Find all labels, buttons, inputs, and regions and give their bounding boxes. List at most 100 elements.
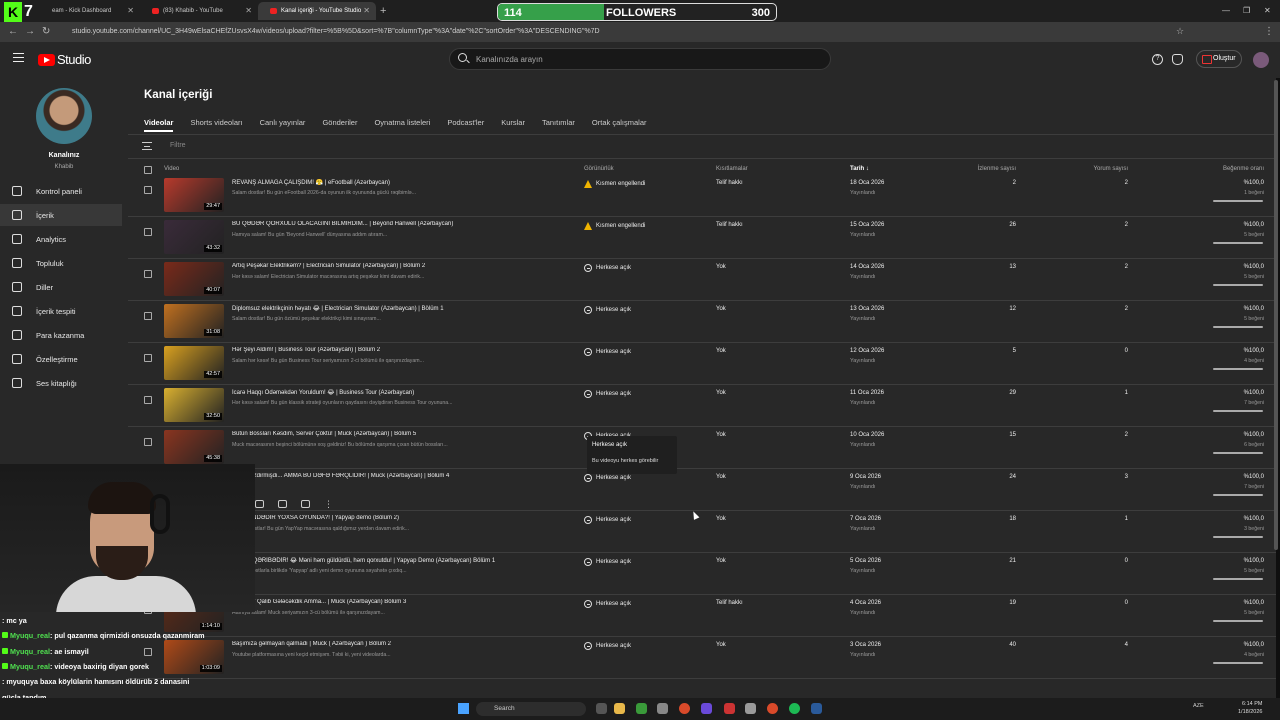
sidebar-item-5[interactable]: İçerik tespiti [0,300,122,322]
restrictions-cell[interactable]: Yok [716,306,726,312]
comments-cell[interactable]: 2 [1088,180,1128,186]
app-icon[interactable] [745,703,756,714]
video-thumbnail[interactable]: 32:50 [164,388,224,422]
language-indicator[interactable]: AZE [1193,703,1204,709]
video-title[interactable]: N ÇOX QƏRİBƏDİR! 😂 Məni həm güldürdü, hə… [232,557,572,564]
video-thumbnail[interactable]: 31:08 [164,304,224,338]
table-row[interactable]: N ÇOX QƏRİBƏDİR! 😂 Məni həm güldürdü, hə… [128,554,1276,596]
taskbar-search[interactable]: Search [476,702,586,716]
table-row[interactable]: 42:57 Hər Şeyi Aldım! | Business Tour (Az… [128,344,1276,386]
chrome-icon[interactable] [679,703,690,714]
create-button[interactable]: Oluştur [1196,50,1242,68]
bookmark-star-icon[interactable]: ☆ [1176,26,1184,37]
row-checkbox[interactable] [144,396,152,404]
comments-icon[interactable] [278,500,287,508]
more-options-icon[interactable]: ⋮ [324,500,333,509]
analytics-icon[interactable] [255,500,264,508]
tab-3[interactable]: Gönderiler [322,118,357,132]
video-title[interactable]: Bütün Bossları Kəsdim, Server Çöktü! | M… [232,431,572,437]
restrictions-cell[interactable]: Telif hakkı [716,600,743,606]
video-thumbnail[interactable]: 40:07 [164,262,224,296]
new-tab-icon[interactable]: + [380,5,386,17]
tab-youtube-khabib[interactable]: (83) Khabib - YouTube ✕ [140,2,258,20]
close-tab-icon[interactable]: ✕ [245,6,252,15]
search-input[interactable] [476,52,776,67]
forward-icon[interactable]: → [25,26,35,37]
video-title[interactable]: ulani Bezdirmişdi... AMMA BU DƏFƏ FƏRQLİ… [232,473,572,479]
channel-search-box[interactable] [449,48,831,70]
reload-icon[interactable]: ↻ [42,26,50,37]
select-all-checkbox[interactable] [144,166,152,174]
sidebar-item-3[interactable]: Topluluk [0,252,122,274]
video-thumbnail[interactable]: 42:57 [164,346,224,380]
comments-cell[interactable]: 1 [1088,390,1128,396]
video-title[interactable]: REVANŞ ALMAĞA ÇALIŞDIM! 😤 | eFootball (A… [232,179,572,186]
visibility-cell[interactable]: Herkese açık [584,390,631,398]
row-checkbox[interactable] [144,312,152,320]
filter-icon[interactable] [142,142,152,150]
notifications-bell-icon[interactable] [1172,54,1183,65]
video-title[interactable]: Artıq Peşəkar Elektrikəm? | Electrician … [232,263,572,269]
restrictions-cell[interactable]: Telif hakkı [716,180,743,186]
close-tab-icon[interactable]: ✕ [127,6,134,15]
table-row[interactable]: 40:07 Artıq Peşəkar Elektrikəm? | Electri… [128,260,1276,302]
comments-cell[interactable]: 2 [1088,306,1128,312]
visibility-cell[interactable]: Herkese açık [584,474,631,482]
system-clock[interactable]: 6:14 PM 1/18/2026 [1238,700,1262,716]
sidebar-item-4[interactable]: Diller [0,276,122,298]
row-checkbox[interactable] [144,186,152,194]
file-explorer-icon[interactable] [614,703,625,714]
row-checkbox[interactable] [144,354,152,362]
tab-0[interactable]: Videolar [144,118,174,132]
visibility-cell[interactable]: Kısmen engellendi [584,222,645,230]
url-field[interactable]: studio.youtube.com/channel/UC_3H49wElsaC… [72,25,1172,39]
tab-1[interactable]: Shorts videoları [190,118,242,132]
video-thumbnail[interactable]: 43:32 [164,220,224,254]
help-icon[interactable]: ? [1152,54,1163,65]
row-checkbox[interactable] [144,438,152,446]
spotify-icon[interactable] [789,703,800,714]
restrictions-cell[interactable]: Yok [716,264,726,270]
maximize-icon[interactable]: ❐ [1243,6,1250,15]
restrictions-cell[interactable]: Yok [716,348,726,354]
app-icon[interactable] [657,703,668,714]
comments-cell[interactable]: 3 [1088,474,1128,480]
tab-youtube-studio[interactable]: Kanal içeriği - YouTube Studio ✕ [258,2,376,20]
table-row[interactable]: 29:47 REVANŞ ALMAĞA ÇALIŞDIM! 😤 | eFootba… [128,176,1276,218]
sidebar-item-7[interactable]: Özelleştirme [0,348,122,370]
app-icon[interactable] [701,703,712,714]
browser-menu-icon[interactable]: ⋮ [1264,26,1274,37]
comments-cell[interactable]: 4 [1088,642,1128,648]
video-title[interactable]: Diplomsuz elektrikçinin həyatı 😂 | Elect… [232,305,572,312]
youtube-view-icon[interactable] [301,500,310,508]
windows-start-icon[interactable] [458,703,469,714]
chrome-icon[interactable] [767,703,778,714]
row-checkbox[interactable] [144,270,152,278]
comments-cell[interactable]: 1 [1088,516,1128,522]
restrictions-cell[interactable]: Telif hakkı [716,222,743,228]
comments-cell[interactable]: 2 [1088,264,1128,270]
column-header-date[interactable]: Tarih ↓ [850,166,869,172]
tab-6[interactable]: Kurslar [501,118,525,132]
sidebar-item-0[interactable]: Kontrol paneli [0,180,122,202]
filter-input[interactable]: Filtre [170,142,186,149]
app-icon[interactable] [636,703,647,714]
sidebar-item-6[interactable]: Para kazanma [0,324,122,346]
video-title[interactable]: İcarə Haqqı Ödəməkdən Yoruldum! 😂 | Busi… [232,389,572,396]
tab-5[interactable]: Podcast'ler [447,118,484,132]
sidebar-item-8[interactable]: Ses kitaplığı [0,372,122,394]
table-row[interactable]: 32:50 İcarə Haqqı Ödəməkdən Yoruldum! 😂 |… [128,386,1276,428]
video-thumbnail[interactable]: 45:38 [164,430,224,464]
visibility-cell[interactable]: Herkese açık [584,264,631,272]
restrictions-cell[interactable]: Yok [716,474,726,480]
visibility-cell[interactable]: Herkese açık [584,600,631,608]
channel-avatar[interactable] [36,88,92,144]
back-icon[interactable]: ← [8,26,18,37]
account-avatar[interactable] [1253,52,1269,68]
studio-logo[interactable]: Studio [38,52,91,67]
video-thumbnail[interactable]: 1:03:09 [164,640,224,674]
restrictions-cell[interactable]: Yok [716,642,726,648]
table-row[interactable]: 45:38 Bütün Bossları Kəsdim, Server Çöktü… [128,428,1276,470]
comments-cell[interactable]: 2 [1088,222,1128,228]
video-title[interactable]: EM MƏNDƏDİR YOXSA OYUNDA?! | Yapyap demo… [232,515,572,521]
